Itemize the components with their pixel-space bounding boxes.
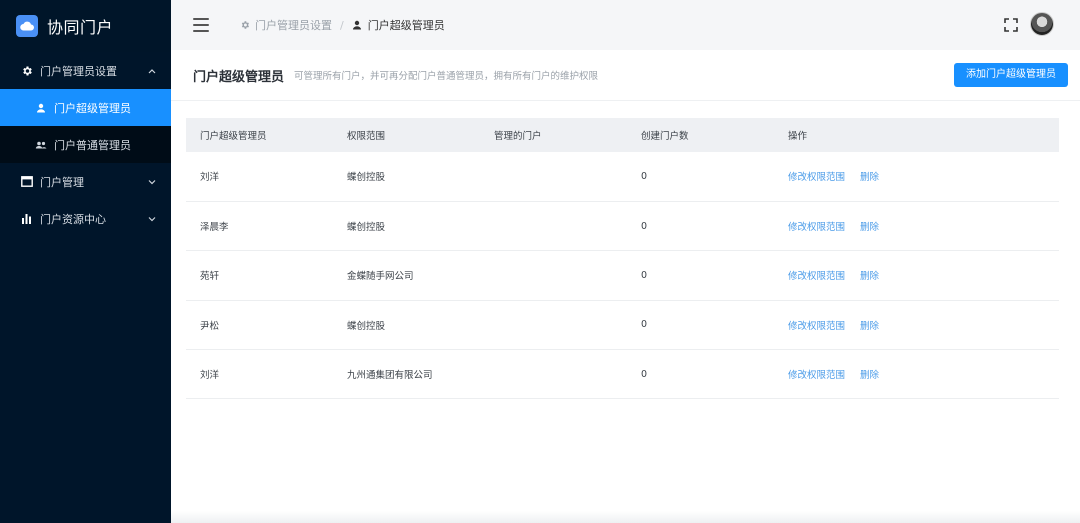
edit-scope-link[interactable]: 修改权限范围 bbox=[788, 271, 845, 282]
cloud-icon bbox=[16, 15, 38, 37]
users-icon bbox=[34, 138, 47, 151]
table-row: 刘洋 九州通集团有限公司 0 修改权限范围 删除 bbox=[186, 350, 1059, 399]
bottom-edge bbox=[171, 511, 1080, 523]
submenu-admin-settings: 门户超级管理员 门户普通管理员 bbox=[0, 89, 171, 163]
sidebar-item-label: 门户管理 bbox=[40, 175, 84, 189]
table-row: 刘洋 蝶创控股 0 修改权限范围 删除 bbox=[186, 152, 1059, 202]
fullscreen-icon[interactable] bbox=[1004, 17, 1018, 32]
chevron-down-icon bbox=[147, 177, 157, 187]
cell-portals bbox=[480, 152, 627, 201]
admin-table: 门户超级管理员 权限范围 管理的门户 创建门户数 操作 刘洋 蝶创控股 0 修改… bbox=[186, 118, 1059, 399]
cell-scope: 蝶创控股 bbox=[347, 320, 386, 332]
top-header: 门户管理员设置 / 门户超级管理员 bbox=[171, 0, 1080, 50]
cell-count: 0 bbox=[641, 269, 648, 281]
table-row: 尹松 蝶创控股 0 修改权限范围 删除 bbox=[186, 300, 1059, 350]
gear-icon bbox=[239, 20, 250, 31]
cell-scope: 蝶创控股 bbox=[347, 172, 386, 184]
chevron-up-icon bbox=[147, 66, 157, 76]
column-header-count: 创建门户数 bbox=[641, 131, 689, 142]
cell-scope: 蝶创控股 bbox=[347, 222, 386, 234]
cell-actions: 修改权限范围 删除 bbox=[774, 201, 1059, 250]
user-icon bbox=[352, 20, 363, 31]
window-icon bbox=[20, 175, 33, 188]
breadcrumb-separator: / bbox=[340, 18, 344, 32]
cell-actions: 修改权限范围 删除 bbox=[774, 300, 1059, 349]
sidebar-item-super-admin[interactable]: 门户超级管理员 bbox=[0, 89, 171, 126]
cell-admin-name: 刘洋 bbox=[200, 172, 220, 184]
sidebar-item-label: 门户普通管理员 bbox=[54, 138, 131, 152]
breadcrumb-item-super-admin: 门户超级管理员 bbox=[352, 17, 445, 33]
cell-count: 0 bbox=[641, 220, 648, 232]
table-header-row: 门户超级管理员 权限范围 管理的门户 创建门户数 操作 bbox=[186, 118, 1059, 152]
delete-link[interactable]: 删除 bbox=[860, 321, 879, 332]
edit-scope-link[interactable]: 修改权限范围 bbox=[788, 222, 845, 233]
cell-count: 0 bbox=[641, 368, 648, 380]
cell-admin-name: 尹松 bbox=[200, 320, 220, 332]
gear-icon bbox=[20, 64, 33, 77]
page-title: 门户超级管理员 bbox=[193, 69, 285, 85]
cell-scope: 金蝶随手网公司 bbox=[347, 271, 414, 283]
main-content: 门户管理员设置 / 门户超级管理员 门户超级管理员 可管理所有门户，并可再分配门… bbox=[171, 0, 1080, 523]
cell-admin-name: 苑轩 bbox=[200, 271, 220, 283]
menu-toggle-icon[interactable] bbox=[193, 18, 209, 32]
app-root: 协同门户 门户管理员设置 门户超级管理员 门户普通管理员 门户管理 门户资源中心… bbox=[0, 0, 1080, 523]
table-row: 泽晨李 蝶创控股 0 修改权限范围 删除 bbox=[186, 201, 1059, 251]
cell-count: 0 bbox=[641, 170, 648, 182]
sidebar-item-resource-center[interactable]: 门户资源中心 bbox=[0, 200, 171, 237]
cell-admin-name: 刘洋 bbox=[200, 370, 220, 382]
sidebar: 协同门户 门户管理员设置 门户超级管理员 门户普通管理员 门户管理 门户资源中心 bbox=[0, 0, 171, 523]
user-icon bbox=[34, 101, 47, 114]
sidebar-item-label: 门户管理员设置 bbox=[40, 64, 117, 78]
delete-link[interactable]: 删除 bbox=[860, 271, 879, 282]
bar-chart-icon bbox=[20, 212, 33, 225]
column-header-scope: 权限范围 bbox=[347, 131, 386, 142]
cell-actions: 修改权限范围 删除 bbox=[774, 350, 1059, 399]
app-title: 协同门户 bbox=[47, 18, 114, 37]
cell-portals bbox=[480, 251, 627, 300]
sidebar-item-normal-admin[interactable]: 门户普通管理员 bbox=[0, 126, 171, 163]
sidebar-item-portal-management[interactable]: 门户管理 bbox=[0, 163, 171, 200]
edit-scope-link[interactable]: 修改权限范围 bbox=[788, 321, 845, 332]
breadcrumb-label: 门户管理员设置 bbox=[255, 19, 332, 32]
edit-scope-link[interactable]: 修改权限范围 bbox=[788, 172, 845, 183]
breadcrumb: 门户管理员设置 / 门户超级管理员 bbox=[239, 17, 445, 33]
column-header-portals: 管理的门户 bbox=[494, 131, 542, 142]
breadcrumb-item-admin-settings[interactable]: 门户管理员设置 bbox=[239, 17, 332, 33]
column-header-admin: 门户超级管理员 bbox=[200, 131, 267, 142]
delete-link[interactable]: 删除 bbox=[860, 172, 879, 183]
cell-count: 0 bbox=[641, 319, 648, 331]
delete-link[interactable]: 删除 bbox=[860, 222, 879, 233]
cell-actions: 修改权限范围 删除 bbox=[774, 251, 1059, 300]
cell-portals bbox=[480, 201, 627, 250]
cell-admin-name: 泽晨李 bbox=[200, 222, 229, 234]
sidebar-item-admin-settings[interactable]: 门户管理员设置 bbox=[0, 52, 171, 89]
column-header-actions: 操作 bbox=[788, 131, 808, 142]
chevron-down-icon bbox=[147, 214, 157, 224]
add-super-admin-button[interactable]: 添加门户超级管理员 bbox=[954, 63, 1068, 87]
cell-scope: 九州通集团有限公司 bbox=[347, 370, 433, 382]
cell-portals bbox=[480, 350, 627, 399]
table-row: 苑轩 金蝶随手网公司 0 修改权限范围 删除 bbox=[186, 251, 1059, 301]
sidebar-item-label: 门户超级管理员 bbox=[54, 101, 131, 115]
logo[interactable]: 协同门户 bbox=[0, 0, 171, 52]
header-actions bbox=[1004, 12, 1054, 36]
cell-actions: 修改权限范围 删除 bbox=[774, 152, 1059, 201]
delete-link[interactable]: 删除 bbox=[860, 370, 879, 381]
breadcrumb-label: 门户超级管理员 bbox=[367, 19, 445, 32]
avatar[interactable] bbox=[1030, 12, 1054, 36]
page-description: 可管理所有门户，并可再分配门户普通管理员，拥有所有门户的维护权限 bbox=[294, 71, 599, 82]
sidebar-item-label: 门户资源中心 bbox=[40, 212, 106, 226]
edit-scope-link[interactable]: 修改权限范围 bbox=[788, 370, 845, 381]
page-header: 门户超级管理员 可管理所有门户，并可再分配门户普通管理员，拥有所有门户的维护权限… bbox=[171, 50, 1080, 101]
cell-portals bbox=[480, 300, 627, 349]
